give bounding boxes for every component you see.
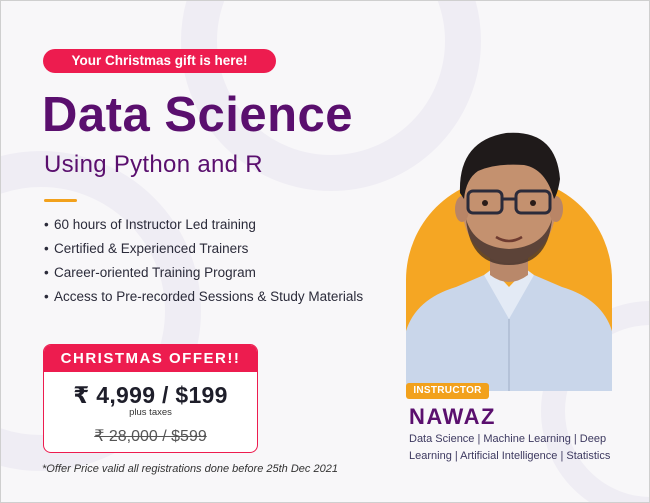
course-subtitle: Using Python and R [44, 151, 263, 178]
instructor-portrait [406, 132, 612, 391]
feature-text: Career-oriented Training Program [54, 265, 256, 280]
instructor-tag: INSTRUCTOR [406, 383, 489, 399]
instructor-photo [406, 119, 612, 391]
feature-text: 60 hours of Instructor Led training [54, 217, 256, 232]
offer-footnote: *Offer Price valid all registrations don… [42, 463, 338, 475]
offer-box: CHRISTMAS OFFER!! ₹ 4,999 / $199 plus ta… [43, 344, 258, 453]
feature-item: • Career-oriented Training Program [44, 261, 363, 285]
feature-item: • Certified & Experienced Trainers [44, 237, 363, 261]
bullet-icon: • [44, 241, 49, 256]
feature-item: • 60 hours of Instructor Led training [44, 213, 363, 237]
feature-text: Certified & Experienced Trainers [54, 241, 249, 256]
feature-list: • 60 hours of Instructor Led training • Ce… [44, 213, 363, 309]
feature-text: Access to Pre-recorded Sessions & Study … [54, 289, 364, 304]
old-price: ₹ 28,000 / $599 [94, 428, 207, 445]
gift-badge: Your Christmas gift is here! [43, 49, 276, 73]
offer-price: ₹ 4,999 / $199 [73, 382, 228, 408]
instructor-name: NAWAZ [409, 404, 496, 429]
bullet-icon: • [44, 265, 49, 280]
bullet-icon: • [44, 289, 49, 304]
feature-item: • Access to Pre-recorded Sessions & Study… [44, 285, 363, 309]
promo-banner: Your Christmas gift is here! Data Scienc… [0, 0, 650, 503]
bullet-icon: • [44, 217, 49, 232]
offer-heading: CHRISTMAS OFFER!! [44, 345, 257, 372]
instructor-skills: Data Science | Machine Learning | Deep L… [409, 433, 611, 462]
title-underline [44, 199, 77, 202]
course-title: Data Science [42, 88, 354, 142]
